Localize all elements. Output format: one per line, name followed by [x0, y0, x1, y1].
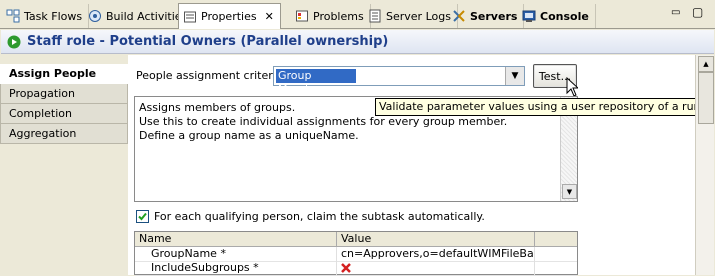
page-title: Staff role - Potential Owners (Parallel …: [27, 34, 389, 49]
claim-subtask-label: For each qualifying person, claim the su…: [154, 209, 485, 223]
chevron-down-icon[interactable]: ▼: [505, 67, 524, 85]
criteria-label: People assignment criteria:: [136, 69, 287, 82]
problems-icon: [296, 10, 308, 22]
table-row[interactable]: IncludeSubgroups *: [135, 261, 577, 276]
tab-properties[interactable]: Properties ✕: [178, 3, 281, 29]
table-row[interactable]: GroupName * cn=Approvers,o=defaultWIMFil…: [135, 247, 577, 262]
param-name-cell: GroupName *: [135, 247, 337, 261]
task-flows-icon: [6, 9, 20, 23]
nav-item-completion[interactable]: Completion: [0, 104, 128, 124]
view-tab-bar: Task Flows Build Activities Properties ✕…: [0, 0, 715, 29]
tab-server-logs[interactable]: Server Logs: [364, 4, 458, 28]
tab-label: Properties: [201, 10, 257, 23]
staff-role-icon: [7, 35, 21, 48]
column-header-value[interactable]: Value: [337, 232, 535, 246]
test-tooltip: Validate parameter values using a user r…: [375, 98, 714, 116]
claim-subtask-checkbox[interactable]: [136, 209, 149, 223]
vertical-scrollbar[interactable]: ▲: [695, 55, 714, 275]
nav-item-assign-people[interactable]: Assign People: [0, 64, 128, 84]
tab-console[interactable]: Console: [518, 4, 596, 28]
param-name-cell: IncludeSubgroups *: [135, 261, 337, 275]
server-logs-icon: [369, 9, 381, 23]
criteria-selected-value: Group Members: [276, 69, 356, 96]
console-icon: [522, 10, 536, 22]
maximize-icon[interactable]: ▢: [692, 5, 703, 19]
tab-label: Task Flows: [24, 9, 83, 23]
nav-item-aggregation[interactable]: Aggregation: [0, 124, 128, 144]
claim-subtask-option[interactable]: For each qualifying person, claim the su…: [136, 208, 485, 224]
build-activities-icon: [89, 10, 101, 22]
properties-nav: Assign People Propagation Completion Agg…: [0, 64, 128, 144]
checkmark-icon: [138, 212, 147, 220]
tab-label: Server Logs: [386, 9, 451, 23]
tab-problems[interactable]: Problems: [291, 4, 371, 28]
parameter-table: Name Value GroupName * cn=Approvers,o=de…: [134, 231, 578, 276]
error-icon: [341, 263, 351, 273]
param-value-cell[interactable]: [337, 261, 535, 275]
description-line: Define a group name as a uniqueName.: [139, 129, 359, 142]
scroll-down-icon[interactable]: ▼: [562, 184, 577, 199]
tab-label: Build Activities: [106, 9, 188, 23]
param-value-cell[interactable]: cn=Approvers,o=defaultWIMFileBas...: [337, 247, 535, 261]
scrollbar-thumb[interactable]: [698, 72, 714, 124]
table-header: Name Value: [135, 232, 577, 247]
tab-label: Console: [540, 9, 589, 23]
mouse-cursor-icon: [566, 77, 578, 97]
criteria-select[interactable]: Group Members ▼: [273, 66, 525, 96]
minimize-icon[interactable]: ▭: [671, 7, 680, 18]
tab-label: Problems: [313, 9, 364, 23]
column-header-name[interactable]: Name: [135, 232, 337, 246]
tab-task-flows[interactable]: Task Flows: [2, 4, 90, 28]
servers-icon: [453, 10, 465, 22]
description-line: Use this to create individual assignment…: [139, 115, 508, 128]
properties-header: Staff role - Potential Owners (Parallel …: [1, 30, 714, 54]
scroll-up-icon[interactable]: ▲: [698, 56, 714, 72]
nav-item-propagation[interactable]: Propagation: [0, 84, 128, 104]
close-icon[interactable]: ✕: [265, 10, 274, 23]
tab-servers[interactable]: Servers: [448, 4, 525, 28]
tab-label: Servers: [470, 9, 518, 23]
properties-icon: [184, 11, 196, 22]
